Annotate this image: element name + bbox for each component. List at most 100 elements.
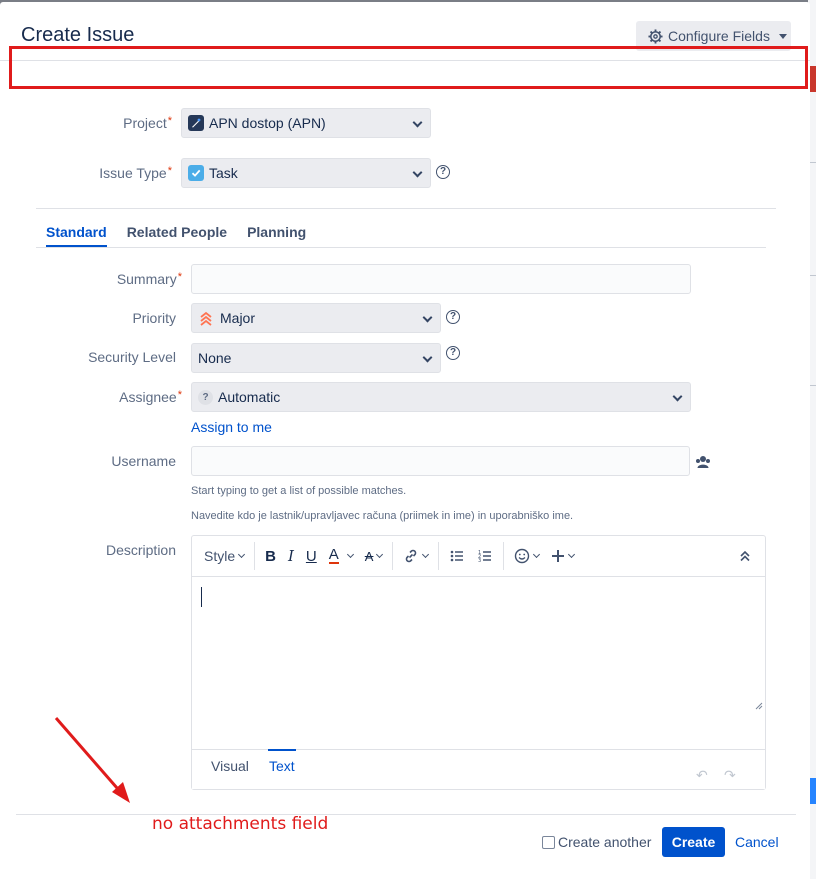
footer-divider bbox=[16, 814, 796, 815]
required-marker: * bbox=[167, 165, 172, 177]
username-input[interactable] bbox=[191, 446, 690, 476]
username-hint: Start typing to get a list of possible m… bbox=[191, 485, 407, 497]
text-color-button[interactable]: A bbox=[323, 536, 359, 577]
project-value: APN dostop (APN) bbox=[209, 115, 326, 131]
gear-icon bbox=[648, 28, 663, 44]
editor-toolbar: Style B I U A A 123 bbox=[192, 536, 765, 577]
configure-fields-button[interactable]: Configure Fields bbox=[636, 21, 791, 51]
automatic-avatar-icon: ? bbox=[198, 389, 213, 405]
text-cursor bbox=[201, 587, 202, 607]
assignee-select[interactable]: ? Automatic bbox=[191, 382, 691, 412]
priority-label-text: Priority bbox=[132, 310, 176, 326]
required-marker: * bbox=[177, 389, 182, 401]
text-color-icon: A bbox=[328, 546, 339, 564]
tab-visual[interactable]: Visual bbox=[211, 758, 249, 774]
issue-type-value: Task bbox=[209, 165, 238, 181]
chevron-down-icon bbox=[346, 550, 354, 559]
chevron-down-icon bbox=[422, 352, 433, 363]
security-level-select[interactable]: None bbox=[191, 343, 441, 373]
collapse-toolbar-button[interactable] bbox=[733, 536, 757, 577]
assignee-label: Assignee* bbox=[60, 389, 182, 405]
section-divider bbox=[36, 208, 776, 209]
description-label: Description bbox=[60, 542, 176, 558]
svg-text:3: 3 bbox=[478, 558, 481, 564]
description-editor: Style B I U A A 123 Visual Text ↶ ↷ bbox=[191, 535, 766, 790]
tab-related-people[interactable]: Related People bbox=[127, 224, 227, 246]
assignee-label-text: Assignee bbox=[119, 389, 177, 405]
annotation-arrow-icon bbox=[54, 717, 130, 803]
tab-text[interactable]: Text bbox=[268, 749, 296, 774]
create-button[interactable]: Create bbox=[662, 827, 725, 857]
underline-icon[interactable]: U bbox=[300, 536, 323, 577]
issue-type-select[interactable]: Task bbox=[181, 158, 431, 188]
insert-more-button[interactable] bbox=[545, 536, 580, 577]
caret-down-icon bbox=[778, 33, 787, 39]
link-icon bbox=[406, 549, 417, 563]
toolbar-separator bbox=[392, 542, 394, 570]
priority-select[interactable]: Major bbox=[191, 303, 441, 333]
style-dropdown-label: Style bbox=[204, 548, 236, 564]
plus-icon bbox=[552, 550, 565, 562]
tab-standard[interactable]: Standard bbox=[46, 224, 107, 247]
description-label-text: Description bbox=[105, 542, 176, 558]
chevron-down-icon bbox=[672, 391, 683, 402]
editor-mode-bar: Visual Text ↶ ↷ bbox=[192, 749, 765, 789]
security-level-label: Security Level bbox=[60, 349, 176, 365]
help-icon[interactable]: ? bbox=[446, 310, 460, 324]
field-tabs: Standard Related People Planning bbox=[46, 224, 306, 247]
create-another-checkbox[interactable]: Create another bbox=[542, 834, 651, 850]
summary-label: Summary* bbox=[60, 271, 182, 287]
chevron-down-icon bbox=[376, 550, 384, 559]
style-dropdown[interactable]: Style bbox=[204, 536, 250, 577]
emoji-icon bbox=[515, 548, 530, 564]
priority-value: Major bbox=[220, 310, 256, 326]
summary-input[interactable] bbox=[191, 264, 691, 294]
annotation-note: no attachments field bbox=[152, 814, 329, 834]
priority-label: Priority bbox=[60, 310, 176, 326]
link-button[interactable] bbox=[397, 536, 434, 577]
italic-icon[interactable]: I bbox=[282, 536, 300, 577]
toolbar-separator bbox=[438, 542, 440, 570]
bold-icon[interactable]: B bbox=[259, 536, 282, 577]
user-picker-icon[interactable] bbox=[695, 454, 711, 470]
help-icon[interactable]: ? bbox=[446, 346, 460, 360]
description-textarea[interactable] bbox=[192, 578, 765, 750]
more-formatting-button[interactable]: A bbox=[359, 536, 389, 577]
checkbox-box[interactable] bbox=[542, 835, 555, 849]
toolbar-separator bbox=[503, 542, 505, 570]
username-description: Navedite kdo je lastnik/upravljavec raču… bbox=[191, 510, 574, 522]
security-level-label-text: Security Level bbox=[88, 349, 176, 365]
emoji-button[interactable] bbox=[508, 536, 545, 577]
help-icon[interactable]: ? bbox=[436, 165, 450, 179]
project-avatar-icon bbox=[188, 115, 204, 131]
security-level-value: None bbox=[198, 350, 232, 366]
redo-icon[interactable]: ↷ bbox=[724, 767, 740, 783]
undo-icon[interactable]: ↶ bbox=[696, 767, 712, 783]
username-label-text: Username bbox=[111, 453, 176, 469]
numbered-list-icon[interactable]: 123 bbox=[471, 536, 499, 577]
chevron-down-icon bbox=[568, 550, 576, 559]
tab-planning[interactable]: Planning bbox=[247, 224, 306, 246]
chevron-down-icon bbox=[412, 167, 423, 178]
issue-type-label-text: Issue Type bbox=[99, 165, 167, 181]
header-divider bbox=[0, 60, 810, 61]
chevron-down-icon bbox=[412, 117, 423, 128]
double-chevron-up-icon bbox=[740, 550, 750, 562]
priority-major-icon bbox=[200, 311, 212, 326]
chevron-down-icon bbox=[422, 312, 433, 323]
chevron-down-icon bbox=[533, 550, 541, 559]
username-label: Username bbox=[60, 453, 176, 469]
toolbar-separator bbox=[254, 542, 256, 570]
bullet-list-icon[interactable] bbox=[443, 536, 471, 577]
required-marker: * bbox=[167, 115, 172, 127]
chevron-down-icon bbox=[238, 550, 246, 559]
project-label-text: Project bbox=[123, 115, 167, 131]
project-label: Project* bbox=[60, 115, 172, 131]
project-select[interactable]: APN dostop (APN) bbox=[181, 108, 431, 138]
cancel-button[interactable]: Cancel bbox=[735, 834, 779, 850]
create-another-label: Create another bbox=[558, 834, 652, 850]
assign-to-me-link[interactable]: Assign to me bbox=[191, 419, 272, 435]
issue-type-label: Issue Type* bbox=[60, 165, 172, 181]
tabs-divider bbox=[36, 247, 766, 248]
resize-handle-icon[interactable] bbox=[755, 702, 763, 710]
